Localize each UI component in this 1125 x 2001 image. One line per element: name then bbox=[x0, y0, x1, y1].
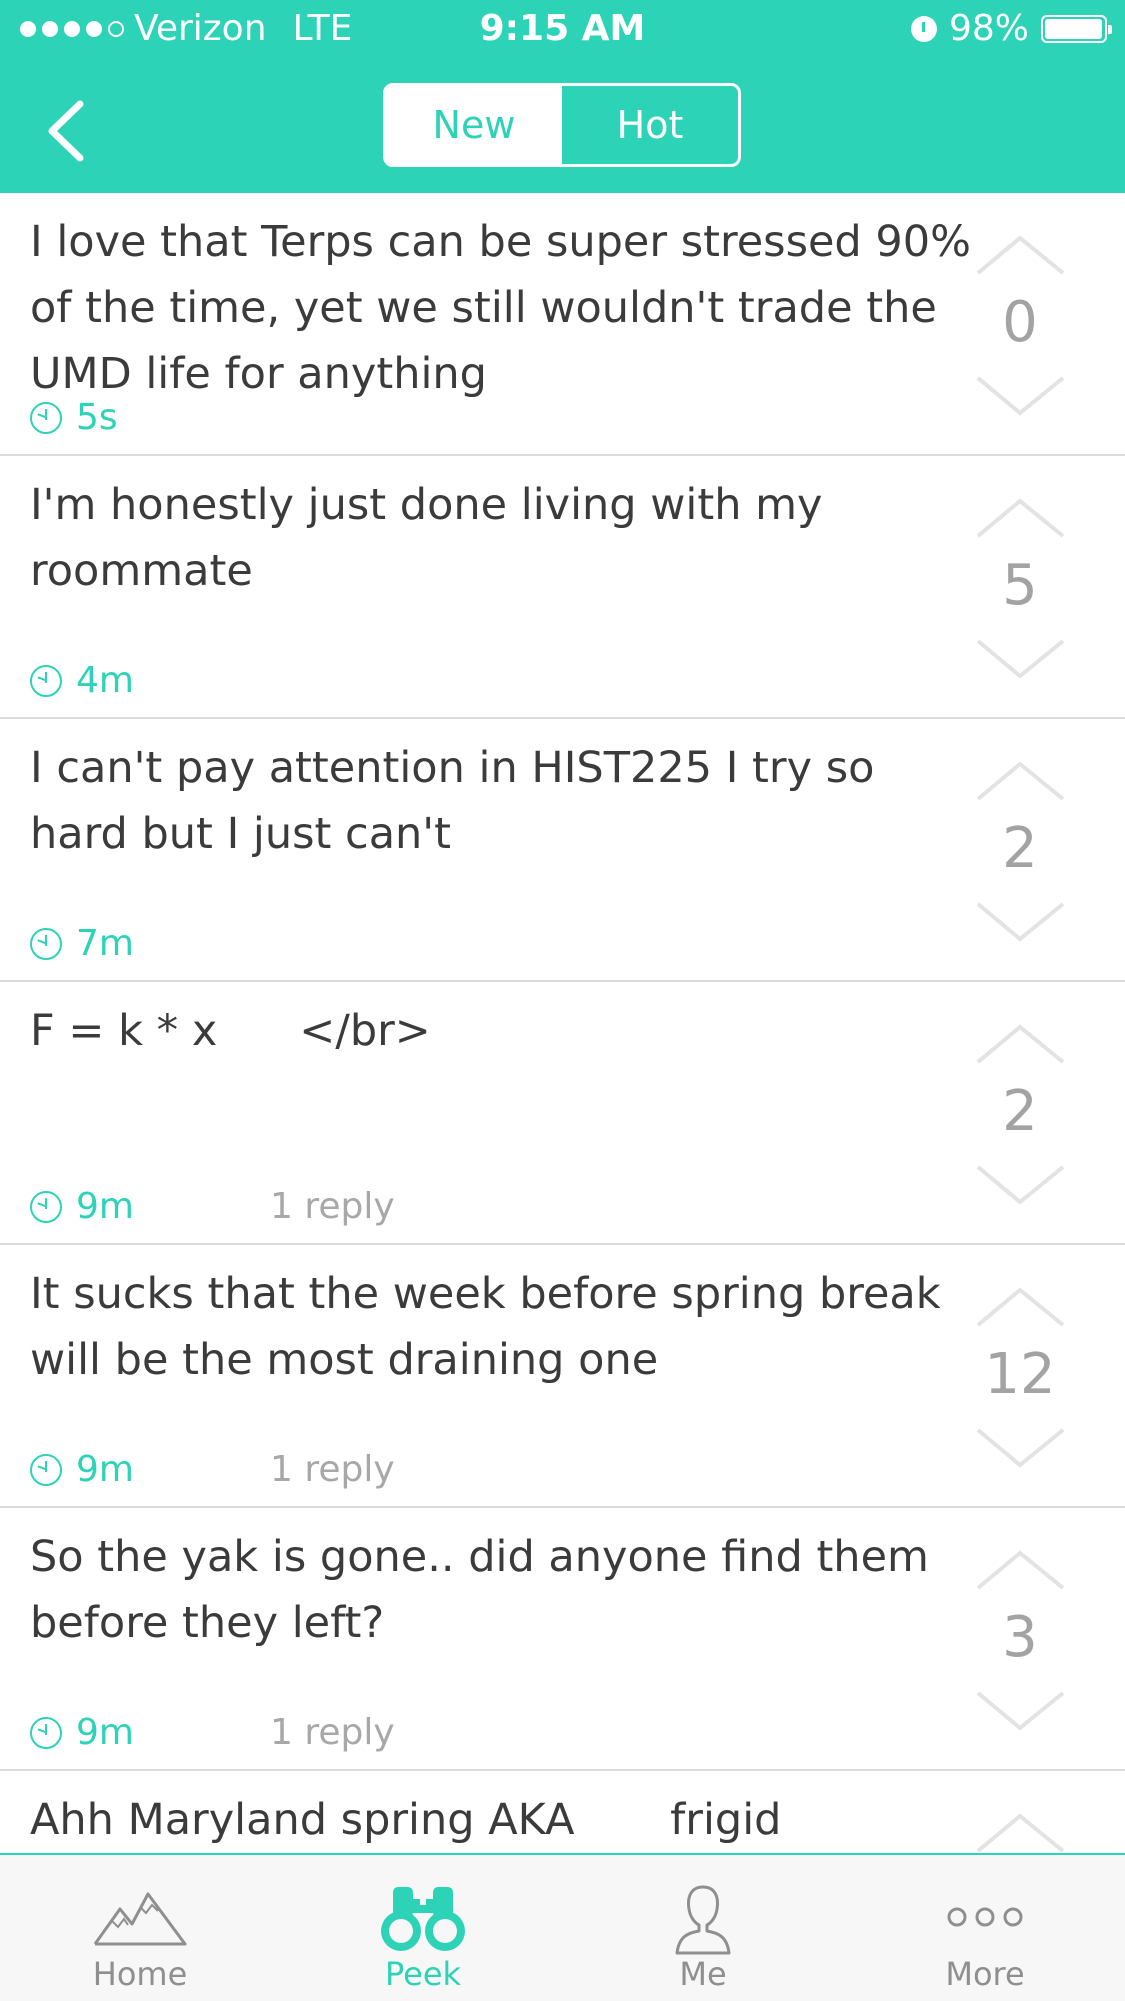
vote-control: 2 bbox=[955, 759, 1085, 942]
post-meta: 5s bbox=[30, 397, 118, 438]
post-text: Ahh Maryland spring AKA frigid bbox=[30, 1795, 782, 1845]
vote-score: 12 bbox=[984, 1342, 1056, 1407]
clock-icon bbox=[30, 664, 62, 697]
tab-me[interactable]: Me bbox=[603, 1855, 803, 2001]
downvote-icon[interactable] bbox=[973, 1162, 1068, 1207]
post-item[interactable]: It sucks that the week before spring bre… bbox=[0, 1245, 1125, 1508]
alarm-icon bbox=[910, 15, 937, 42]
feed-sort-toggle: New Hot bbox=[383, 83, 741, 167]
post-time: 9m bbox=[76, 1449, 134, 1490]
battery-icon bbox=[1041, 14, 1112, 43]
downvote-icon[interactable] bbox=[973, 636, 1068, 681]
post-text: So the yak is gone.. did anyone find the… bbox=[30, 1532, 929, 1648]
tab-home-label: Home bbox=[92, 1955, 188, 1993]
upvote-icon[interactable] bbox=[973, 759, 1068, 804]
clock-icon bbox=[30, 401, 62, 434]
vote-control: 3 bbox=[955, 1548, 1085, 1731]
clock-icon bbox=[30, 1453, 62, 1486]
vote-control bbox=[955, 1811, 1085, 1853]
top-header: Verizon LTE 9:15 AM 98% New Hot bbox=[0, 0, 1125, 193]
vote-control: 0 bbox=[955, 233, 1085, 416]
post-time: 4m bbox=[76, 660, 134, 701]
post-text: I love that Terps can be super stressed … bbox=[30, 217, 971, 399]
status-right: 98% bbox=[910, 8, 1112, 49]
post-time: 7m bbox=[76, 923, 134, 964]
post-meta: 7m bbox=[30, 923, 134, 964]
upvote-icon[interactable] bbox=[973, 233, 1068, 278]
post-item[interactable]: I love that Terps can be super stressed … bbox=[0, 193, 1125, 456]
clock-icon bbox=[30, 1716, 62, 1749]
post-text: It sucks that the week before spring bre… bbox=[30, 1269, 941, 1385]
battery-percent: 98% bbox=[948, 8, 1029, 49]
vote-score: 0 bbox=[1002, 290, 1038, 355]
upvote-icon[interactable] bbox=[973, 1285, 1068, 1330]
mountain-icon bbox=[93, 1892, 187, 1946]
chevron-left-icon bbox=[48, 100, 84, 162]
downvote-icon[interactable] bbox=[973, 1425, 1068, 1470]
tab-peek[interactable]: Peek bbox=[323, 1855, 523, 2001]
tab-more-label: More bbox=[945, 1955, 1025, 1993]
vote-control: 2 bbox=[955, 1022, 1085, 1205]
tab-more[interactable]: More bbox=[885, 1855, 1085, 2001]
post-item[interactable]: I can't pay attention in HIST225 I try s… bbox=[0, 719, 1125, 982]
tab-home[interactable]: Home bbox=[40, 1855, 240, 2001]
post-feed[interactable]: I love that Terps can be super stressed … bbox=[0, 193, 1125, 1853]
vote-control: 12 bbox=[955, 1285, 1085, 1468]
post-meta: 9m 1 reply bbox=[30, 1186, 395, 1227]
bottom-tab-bar: Home Peek Me More bbox=[0, 1853, 1125, 2001]
post-meta: 9m 1 reply bbox=[30, 1449, 395, 1490]
vote-score: 2 bbox=[1002, 1079, 1038, 1144]
post-text: I can't pay attention in HIST225 I try s… bbox=[30, 743, 875, 859]
person-icon bbox=[675, 1885, 731, 1955]
clock-icon bbox=[30, 927, 62, 960]
upvote-icon[interactable] bbox=[973, 1548, 1068, 1593]
downvote-icon[interactable] bbox=[973, 1688, 1068, 1733]
status-bar: Verizon LTE 9:15 AM 98% bbox=[0, 0, 1125, 62]
vote-score: 3 bbox=[1002, 1605, 1038, 1670]
vote-score: 2 bbox=[1002, 816, 1038, 881]
downvote-icon[interactable] bbox=[973, 373, 1068, 418]
downvote-icon[interactable] bbox=[973, 899, 1068, 944]
post-item[interactable]: F = k * x </br> 9m 1 reply 2 bbox=[0, 982, 1125, 1245]
post-meta: 4m bbox=[30, 660, 134, 701]
post-item[interactable]: Ahh Maryland spring AKA frigid bbox=[0, 1771, 1125, 1853]
reply-count[interactable]: 1 reply bbox=[270, 1449, 395, 1490]
post-item[interactable]: I'm honestly just done living with my ro… bbox=[0, 456, 1125, 719]
post-time: 5s bbox=[76, 397, 118, 438]
post-time: 9m bbox=[76, 1712, 134, 1753]
upvote-icon[interactable] bbox=[973, 496, 1068, 541]
binoculars-icon bbox=[381, 1887, 465, 1951]
back-button[interactable] bbox=[38, 96, 98, 166]
vote-control: 5 bbox=[955, 496, 1085, 679]
post-time: 9m bbox=[76, 1186, 134, 1227]
reply-count[interactable]: 1 reply bbox=[270, 1186, 395, 1227]
post-text: I'm honestly just done living with my ro… bbox=[30, 480, 823, 596]
clock-icon bbox=[30, 1190, 62, 1223]
tab-me-label: Me bbox=[679, 1955, 727, 1993]
tab-new[interactable]: New bbox=[386, 86, 562, 164]
vote-score: 5 bbox=[1002, 553, 1038, 618]
post-item[interactable]: So the yak is gone.. did anyone find the… bbox=[0, 1508, 1125, 1771]
post-text: F = k * x </br> bbox=[30, 1006, 431, 1056]
upvote-icon[interactable] bbox=[973, 1022, 1068, 1067]
post-meta: 9m 1 reply bbox=[30, 1712, 395, 1753]
upvote-icon[interactable] bbox=[973, 1811, 1068, 1853]
more-dots-icon bbox=[947, 1907, 1023, 1927]
reply-count[interactable]: 1 reply bbox=[270, 1712, 395, 1753]
tab-hot[interactable]: Hot bbox=[562, 86, 738, 164]
tab-peek-label: Peek bbox=[384, 1955, 462, 1993]
